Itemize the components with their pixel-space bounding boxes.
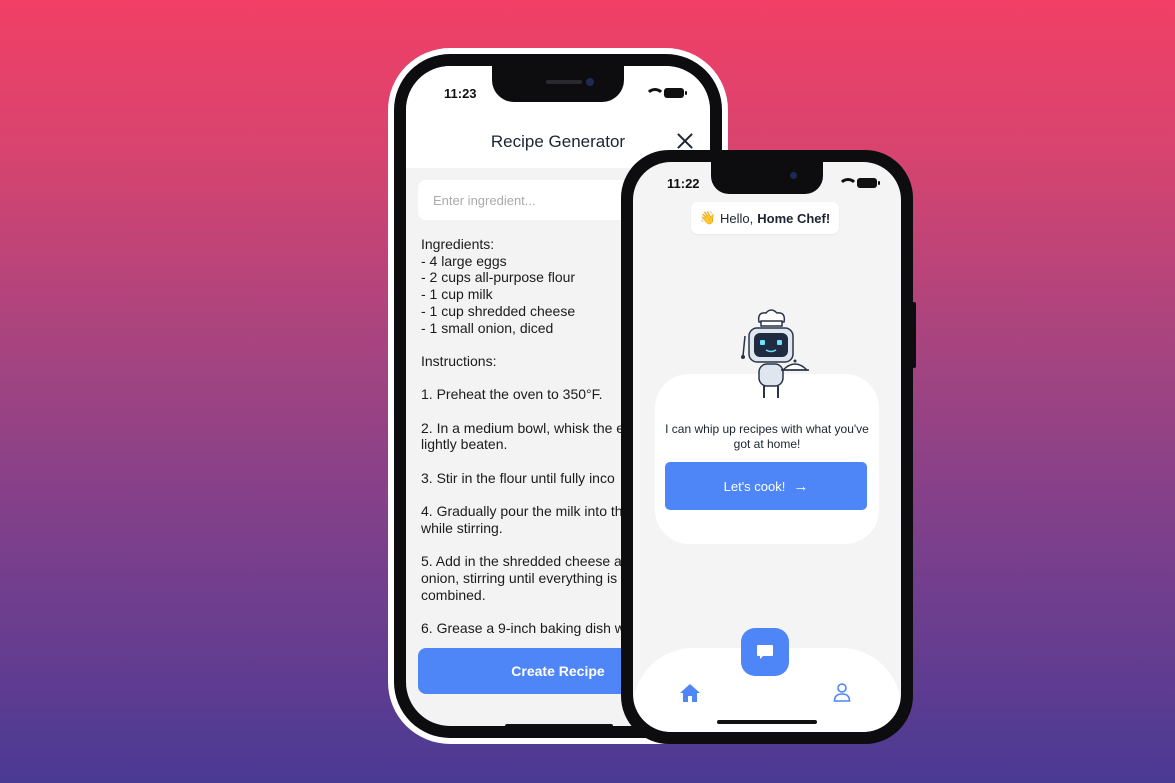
home-icon[interactable] — [679, 682, 701, 704]
notch — [492, 66, 624, 102]
home-indicator — [717, 720, 817, 724]
home-indicator — [505, 724, 613, 726]
page-title: Recipe Generator — [490, 132, 626, 151]
greeting-name: Home Chef! — [757, 210, 831, 226]
chat-icon — [757, 645, 773, 659]
power-button — [912, 302, 916, 368]
chat-button[interactable] — [741, 628, 789, 676]
wifi-icon — [645, 88, 665, 98]
home-screen: 11:22 👋 Hello, Home Chef! I can whip up … — [633, 162, 901, 732]
greeting-prefix: Hello, — [719, 210, 754, 226]
wifi-icon — [838, 178, 858, 188]
profile-icon[interactable] — [833, 682, 851, 702]
robot-chef-icon — [741, 309, 809, 398]
home-phone: 11:22 👋 Hello, Home Chef! I can whip up … — [621, 150, 916, 744]
status-time: 11:23 — [444, 86, 477, 101]
status-icons — [838, 178, 880, 188]
status-time: 11:22 — [667, 176, 700, 191]
battery-icon — [857, 178, 880, 188]
arrow-right-icon: → — [793, 477, 809, 495]
battery-icon — [664, 88, 687, 98]
lets-cook-button[interactable]: Let's cook! → — [665, 462, 867, 510]
close-icon[interactable] — [676, 132, 694, 150]
status-icons — [645, 88, 687, 98]
card-message: I can whip up recipes with what you've g… — [665, 422, 869, 451]
lets-cook-label: Let's cook! — [723, 478, 786, 494]
wave-icon: 👋 — [699, 210, 716, 225]
notch — [711, 162, 823, 194]
greeting-badge: 👋 Hello, Home Chef! — [691, 202, 839, 234]
